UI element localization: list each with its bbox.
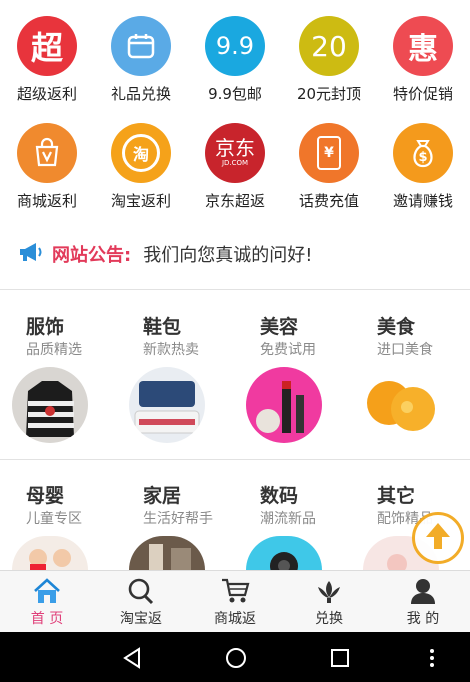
cart-icon [220,577,250,605]
quick-link-label: 淘宝返利 [110,192,171,210]
tab-label: 淘宝返 [120,611,162,627]
recents-icon[interactable] [328,646,352,670]
category-name: 母婴 [26,485,65,507]
quick-links-row-2: 商城返利 淘 淘宝返利 京东 JD.COM 京东超返 ¥ 话费充值 $ 邀请赚钱 [0,123,470,211]
category-name: 数码 [260,485,299,507]
category-food[interactable]: 美食 进口美食 [351,312,468,452]
tab-mine[interactable]: 我 的 [376,571,470,632]
category-bags[interactable]: 鞋包 新款热卖 [117,312,234,452]
back-to-top-button[interactable] [412,512,464,564]
shopping-bag-icon [17,123,77,183]
category-beauty[interactable]: 美容 免费试用 [234,312,351,452]
phone-recharge-icon: ¥ [299,123,359,183]
category-image-sweater [12,367,88,443]
quick-link-jd-rebate[interactable]: 京东 JD.COM 京东超返 [188,123,282,211]
category-name: 服饰 [26,316,65,338]
bottom-tab-bar: 首 页 淘宝返 商城返 兑换 我 的 [0,570,470,632]
category-row-1: 服饰 品质精选 鞋包 新款热卖 美容 免费试用 美食 进口美食 [0,312,470,452]
megaphone-icon [18,241,44,267]
quick-links-row-1: 超 超级返利 礼品兑换 9.9 9.9包邮 20 20元封顶 惠 特价促销 [0,16,470,104]
category-image-furniture [129,536,205,570]
jd-icon: 京东 JD.COM [205,123,265,183]
quick-link-invite-earn[interactable]: $ 邀请赚钱 [376,123,470,211]
quick-link-special-offer[interactable]: 惠 特价促销 [376,16,470,104]
category-subtitle: 品质精选 [26,342,82,358]
tab-taobao-rebate[interactable]: 淘宝返 [94,571,188,632]
category-name: 其它 [377,485,416,507]
more-vertical-icon[interactable] [420,646,444,670]
category-name: 美食 [377,316,416,338]
notice-title: 网站公告: [52,245,132,266]
lotus-icon [314,577,344,605]
quick-link-20-cap[interactable]: 20 20元封顶 [282,16,376,104]
category-image-cosmetics [246,367,322,443]
quick-link-label: 邀请赚钱 [392,192,453,210]
divider [0,459,470,460]
tab-label: 商城返 [214,611,256,627]
quick-link-9-9[interactable]: 9.9 9.9包邮 [188,16,282,104]
money-bag-icon: $ [393,123,453,183]
site-notice[interactable]: 网站公告: 我们向您真诚的问好! [18,232,312,276]
category-image-gadget [246,536,322,570]
category-subtitle: 进口美食 [377,342,433,358]
quick-link-label: 9.9包邮 [208,85,262,103]
category-image-bags [129,367,205,443]
quick-link-gift-exchange[interactable]: 礼品兑换 [94,16,188,104]
category-subtitle: 儿童专区 [26,511,82,527]
quick-link-taobao-rebate[interactable]: 淘 淘宝返利 [94,123,188,211]
quick-link-label: 话费充值 [298,192,359,210]
system-navigation-bar [0,632,470,682]
divider [0,289,470,290]
category-image-kids [12,536,88,570]
category-name: 美容 [260,316,299,338]
quick-link-label: 商城返利 [16,192,77,210]
tab-label: 我 的 [406,611,440,627]
tab-label: 兑换 [315,611,343,627]
quick-link-mall-rebate[interactable]: 商城返利 [0,123,94,211]
tab-home[interactable]: 首 页 [0,571,94,632]
category-image-oranges [363,367,439,443]
nine-nine-icon: 9.9 [205,16,265,76]
category-name: 家居 [143,485,182,507]
quick-link-label: 特价促销 [392,85,453,103]
quick-link-label: 超级返利 [16,85,77,103]
back-icon[interactable] [120,646,144,670]
quick-link-phone-recharge[interactable]: ¥ 话费充值 [282,123,376,211]
search-icon [126,577,156,605]
notice-message: 我们向您真诚的问好! [143,245,313,266]
hui-icon: 惠 [393,16,453,76]
user-icon [408,577,438,605]
home-circle-icon[interactable] [224,646,248,670]
quick-link-label: 20元封顶 [296,85,362,103]
taobao-icon: 淘 [111,123,171,183]
category-subtitle: 潮流新品 [260,511,316,527]
quick-link-label: 礼品兑换 [110,85,171,103]
quick-link-super-rebate[interactable]: 超 超级返利 [0,16,94,104]
category-subtitle: 新款热卖 [143,342,199,358]
twenty-icon: 20 [299,16,359,76]
calendar-icon [111,16,171,76]
category-subtitle: 生活好帮手 [143,511,213,527]
home-icon [32,577,62,605]
tab-label: 首 页 [30,611,64,627]
quick-link-label: 京东超返 [204,192,265,210]
category-apparel[interactable]: 服饰 品质精选 [0,312,117,452]
category-subtitle: 免费试用 [260,342,316,358]
arrow-up-icon [424,521,452,555]
chao-icon: 超 [17,16,77,76]
category-name: 鞋包 [143,316,182,338]
tab-mall-rebate[interactable]: 商城返 [188,571,282,632]
tab-exchange[interactable]: 兑换 [282,571,376,632]
